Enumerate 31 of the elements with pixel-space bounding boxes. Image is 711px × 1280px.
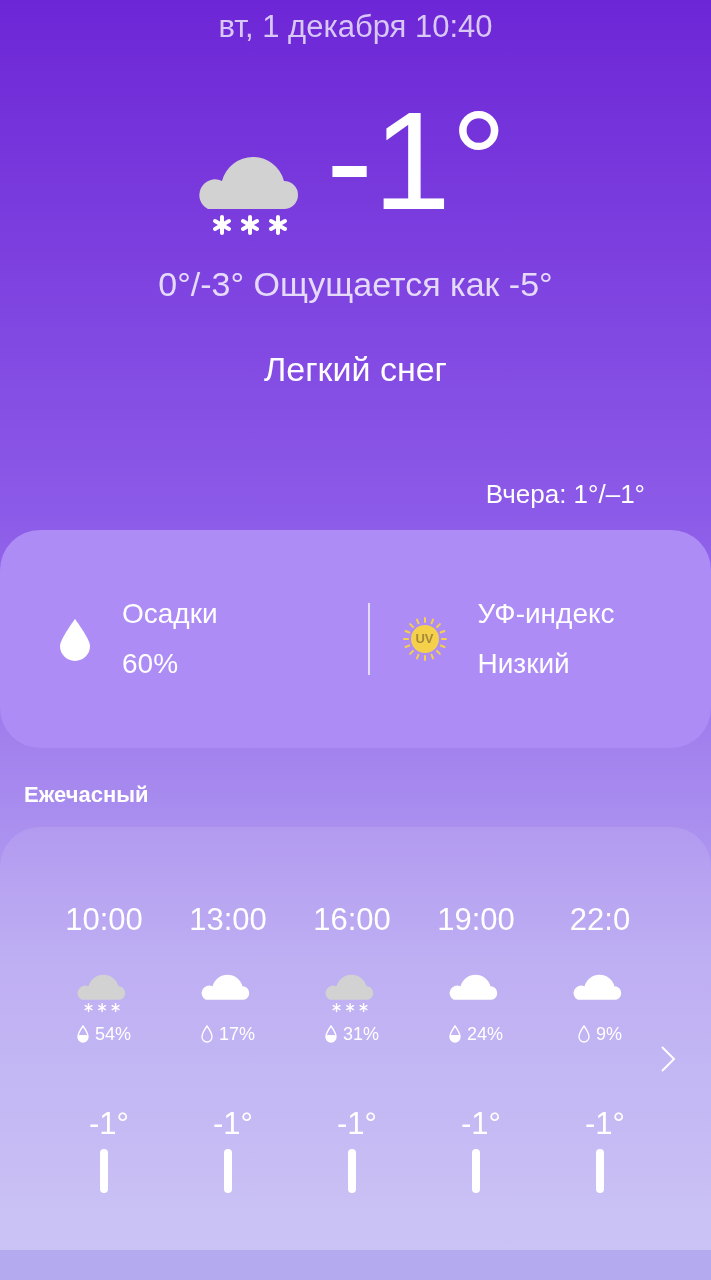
precipitation-chance: 17% [219,1022,255,1046]
temperature-bar [472,1148,480,1193]
temperature-bar [224,1148,232,1193]
hour-time: 13:00 [189,900,267,937]
section-title: Ежечасный [24,781,149,807]
hour-time: 10:00 [65,900,143,937]
hour-time: 19:00 [437,900,515,937]
detail-label: Осадки [122,596,218,631]
temperature-bar [348,1148,356,1193]
hour-temperature: -1° [88,1107,129,1139]
hour-temperature: -1° [212,1107,253,1139]
temperature-bar [100,1148,108,1193]
precipitation-chance: 24% [467,1022,503,1046]
precipitation-chance: 54% [95,1022,131,1046]
detail-value: Низкий [477,646,571,681]
precipitation-chance: 9% [596,1022,622,1046]
detail-label: УФ-индекс [477,596,615,631]
hour-temperature: -1° [460,1107,501,1139]
temperature-bar [596,1148,604,1193]
weather-condition: Легкий снег [263,348,448,390]
hour-time: 22:0 [569,900,631,937]
detail-value: 60% [122,646,180,681]
hour-temperature: -1° [584,1107,625,1139]
temperature-range: 0°/-3° Ощущается как -5° [157,263,554,305]
precipitation-chance: 31% [343,1022,379,1046]
hour-time: 16:00 [313,900,391,937]
current-temperature: -1° [326,90,507,231]
chevron-right-icon[interactable] [660,1044,676,1073]
yesterday-temperature: Вчера: 1°/–1° [485,477,645,511]
hour-temperature: -1° [336,1107,377,1139]
date-time: вт, 1 декабря 10:40 [217,8,494,46]
